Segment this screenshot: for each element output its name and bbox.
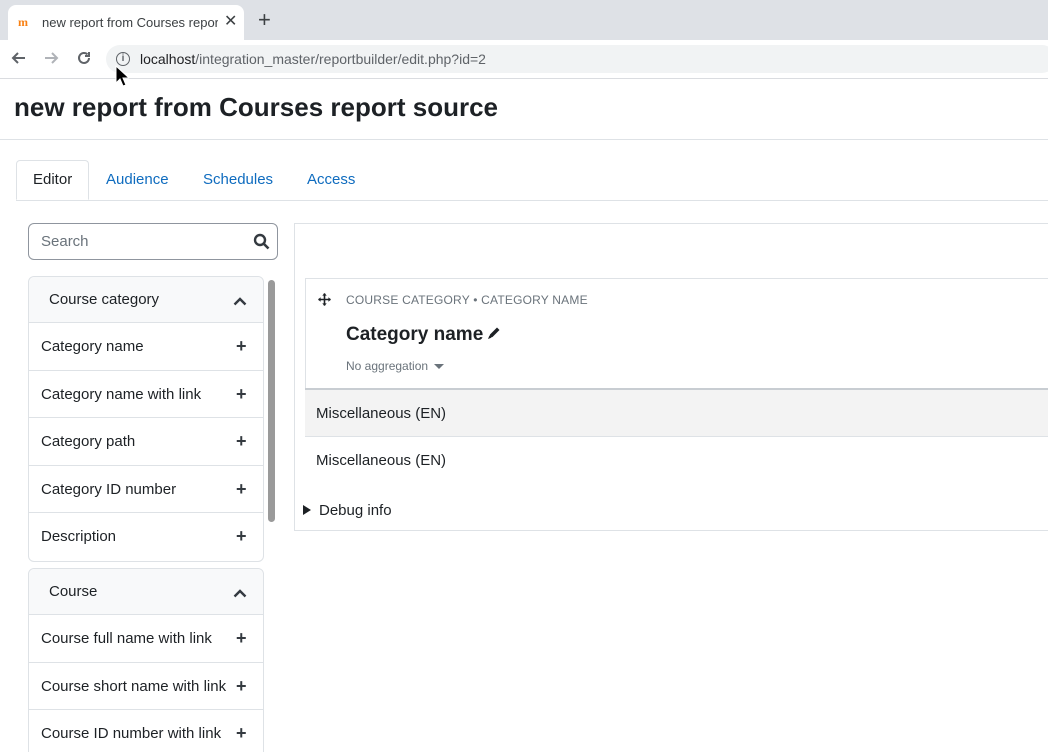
forward-icon[interactable] [42,49,60,70]
list-item[interactable]: Description + [29,513,263,561]
group-header[interactable]: Course [29,569,263,615]
add-icon[interactable]: + [236,479,247,500]
mouse-pointer-icon [115,64,131,92]
moodle-favicon-icon: m [18,15,28,29]
group-title: Course [49,583,98,600]
close-tab-icon[interactable]: ✕ [224,11,237,31]
add-icon[interactable]: + [236,384,247,405]
back-icon[interactable] [10,49,28,70]
site-info-icon[interactable]: i [116,52,130,66]
list-item[interactable]: Course ID number with link + [29,710,263,752]
group-title: Course category [49,291,160,308]
add-icon[interactable]: + [236,336,247,357]
tab-schedules[interactable]: Schedules [187,160,289,200]
add-icon[interactable]: + [236,723,247,744]
chevron-up-icon[interactable] [233,585,247,603]
divider [0,139,1048,140]
chevron-up-icon[interactable] [233,293,247,311]
group-header[interactable]: Course category [29,277,263,323]
group-course-category: Course category Category name + Category … [28,276,264,562]
caret-down-icon[interactable] [434,364,444,369]
column-source-label: COURSE CATEGORY • CATEGORY NAME [346,293,588,307]
table-cell: Miscellaneous (EN) [316,405,447,422]
list-item[interactable]: Course full name with link + [29,615,263,663]
list-item[interactable]: Category name + [29,323,263,371]
reload-icon[interactable] [75,49,93,70]
table-row: Miscellaneous (EN) [305,436,1048,484]
tab-editor[interactable]: Editor [16,160,90,200]
list-item[interactable]: Category ID number + [29,466,263,513]
add-icon[interactable]: + [236,526,247,547]
group-course: Course Course full name with link + Cours… [28,568,264,752]
debug-info-label: Debug info [319,502,392,519]
aggregation-select[interactable]: No aggregation [346,359,428,373]
list-item[interactable]: Category path + [29,418,263,466]
table-cell: Miscellaneous (EN) [316,452,447,469]
sidebar-column-list: Course category Category name + Category … [28,276,266,752]
table-row: Miscellaneous (EN) [305,388,1048,436]
triangle-right-icon [303,505,311,515]
pencil-icon[interactable] [487,326,501,345]
report-tabs: Editor Audience Schedules Access [16,160,1048,201]
tab-audience[interactable]: Audience [90,160,185,200]
add-icon[interactable]: + [236,431,247,452]
column-header-card: COURSE CATEGORY • CATEGORY NAME Category… [305,278,1048,388]
add-icon[interactable]: + [236,628,247,649]
browser-toolbar: i localhost/integration_master/reportbui… [0,40,1048,79]
report-editor: COURSE CATEGORY • CATEGORY NAME Category… [294,223,1048,531]
sidebar-scrollbar[interactable] [268,280,275,522]
move-icon[interactable] [318,293,331,311]
list-item[interactable]: Course short name with link + [29,663,263,710]
browser-tab-title: new report from Courses report source [42,15,218,30]
search-box [28,223,278,260]
list-item[interactable]: Category name with link + [29,371,263,418]
browser-tab[interactable]: m new report from Courses report source … [8,5,244,40]
browser-tabstrip: m new report from Courses report source … [0,0,1048,40]
url-text: localhost/integration_master/reportbuild… [140,51,486,67]
add-icon[interactable]: + [236,676,247,697]
page-title: new report from Courses report source [14,92,498,122]
search-icon[interactable] [253,233,270,255]
search-input[interactable] [29,224,273,259]
new-tab-icon[interactable]: + [258,9,271,31]
tab-access[interactable]: Access [291,160,371,200]
address-bar[interactable]: i localhost/integration_master/reportbui… [106,45,1048,73]
column-name[interactable]: Category name [346,324,483,346]
